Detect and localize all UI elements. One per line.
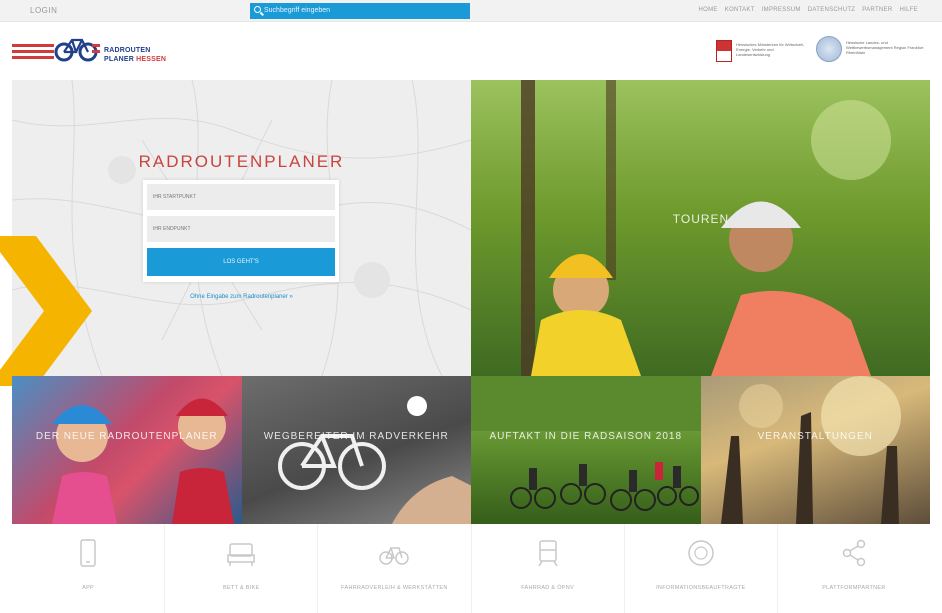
partner1-text: Hessisches Ministerium für Wirtschaft, E… [736, 42, 804, 57]
hero-photo-label: TOUREN [672, 212, 730, 226]
end-point-input[interactable]: IHR ENDPUNKT [147, 216, 335, 242]
tile-wegbereiter[interactable]: WEGBEREITER IM RADVERKEHR [241, 376, 471, 524]
service-label: FAHRRADVERLEIH & WERKSTÄTTEN [341, 585, 448, 591]
service-app[interactable]: APP [12, 524, 166, 613]
event-crowd-photo [720, 376, 901, 524]
service-label: FAHRRAD & ÖPNV [521, 585, 574, 591]
tile-label: AUFTAKT IN DIE RADSAISON 2018 [489, 431, 683, 442]
top-nav-partner[interactable]: PARTNER [862, 7, 892, 13]
chevron-right-icon [0, 236, 92, 386]
service-informationsbeauftragte[interactable]: INFORMATIONSBEAUFTRAGTE [625, 524, 778, 613]
cyclists-photo [521, 80, 891, 376]
region-seal-icon [816, 36, 842, 62]
service-fahrrad-oepnv[interactable]: FAHRRAD & ÖPNV [472, 524, 625, 613]
service-label: PLATTFORMPARTNER [822, 585, 886, 591]
tile-label: WEGBEREITER IM RADVERKEHR [263, 431, 449, 442]
phone-icon [80, 539, 96, 567]
bike-lane-photo [277, 396, 471, 524]
search-input[interactable]: Suchbegriff eingeben [250, 3, 470, 19]
logo-line2-hessen: HESSEN [136, 56, 167, 63]
service-fahrradverleih[interactable]: FAHRRADVERLEIH & WERKSTÄTTEN [318, 524, 472, 613]
tile-veranstaltungen[interactable]: VERANSTALTUNGEN [700, 376, 930, 524]
hero-photo-touren[interactable]: TOUREN [471, 80, 930, 376]
go-button[interactable]: LOS GEHT'S [147, 248, 335, 276]
start-point-input[interactable]: IHR STARTPUNKT [147, 184, 335, 210]
bike-icon [379, 547, 410, 565]
partner-logo-region[interactable]: Hessische Landes- und Wettbewerbsmanagem… [816, 34, 926, 70]
service-plattformpartner[interactable]: PLATTFORMPARTNER [778, 524, 930, 613]
train-icon [537, 540, 558, 567]
hero: RADROUTENPLANER IHR STARTPUNKT IHR ENDPU… [12, 80, 930, 376]
bed-icon [227, 543, 255, 566]
logo-line1: RADROUTEN [104, 47, 151, 54]
logo-line2: PLANER HESSEN [104, 55, 166, 64]
service-bett-bike[interactable]: BETT & BIKE [165, 524, 319, 613]
partner-logo-ministry[interactable]: Hessisches Ministerium für Wirtschaft, E… [716, 36, 806, 70]
tile-auftakt-radsaison[interactable]: AUFTAKT IN DIE RADSAISON 2018 [471, 376, 701, 524]
teaser-tiles: DER NEUE RADROUTENPLANER WEGBEREITER IM … [12, 376, 930, 524]
top-nav-home[interactable]: HOME [698, 7, 717, 13]
site-logo[interactable]: RADROUTEN PLANER HESSEN [12, 30, 192, 70]
share-icon [842, 539, 866, 567]
site-header: RADROUTEN PLANER HESSEN Hessisches Minis… [0, 22, 942, 80]
service-icons-row: APP BETT & BIKE FAHRRADVERLEIH & WERKSTÄ… [12, 524, 930, 613]
logo-wordmark: RADROUTEN PLANER HESSEN [104, 46, 166, 64]
service-label: INFORMATIONSBEAUFTRAGTE [656, 585, 746, 591]
search-icon [254, 6, 261, 13]
top-nav-impressum[interactable]: IMPRESSUM [762, 7, 801, 13]
tile-new-route-planner[interactable]: DER NEUE RADROUTENPLANER [12, 376, 242, 524]
kids-photo [52, 398, 234, 524]
hessen-crest-icon [716, 40, 732, 62]
service-label: BETT & BIKE [223, 585, 260, 591]
search-placeholder: Suchbegriff eingeben [264, 7, 331, 14]
login-link[interactable]: LOGIN [30, 6, 57, 15]
top-nav-datenschutz[interactable]: DATENSCHUTZ [808, 7, 856, 13]
service-label: APP [82, 585, 95, 591]
info-icon [688, 540, 714, 566]
cycling-group-photo [471, 376, 701, 511]
top-bar: LOGIN Suchbegriff eingeben HOME KONTAKT … [0, 0, 942, 22]
partner2-text: Hessische Landes- und Wettbewerbsmanagem… [846, 40, 924, 55]
route-planner-form: IHR STARTPUNKT IHR ENDPUNKT LOS GEHT'S [143, 180, 339, 282]
top-nav: HOME KONTAKT IMPRESSUM DATENSCHUTZ PARTN… [698, 7, 918, 13]
tile-label: VERANSTALTUNGEN [757, 431, 873, 442]
planner-title: RADROUTENPLANER [138, 152, 345, 171]
tile-label: DER NEUE RADROUTENPLANER [35, 431, 218, 442]
top-nav-hilfe[interactable]: HILFE [899, 7, 918, 13]
top-nav-kontakt[interactable]: KONTAKT [725, 7, 755, 13]
logo-line2-planer: PLANER [104, 56, 134, 63]
